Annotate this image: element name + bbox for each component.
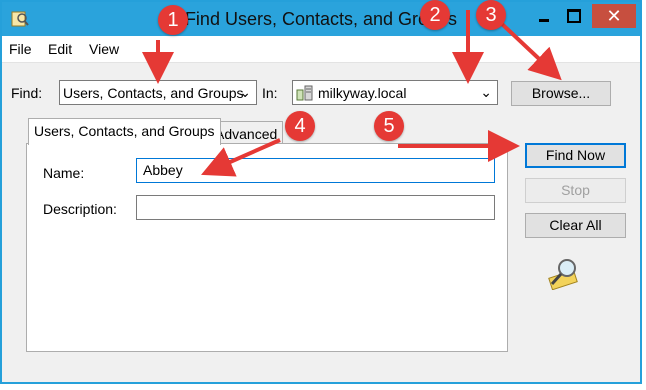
close-button[interactable]: ✕ xyxy=(592,4,636,28)
annotation-badge-1: 1 xyxy=(158,5,188,35)
tab-users-contacts-groups[interactable]: Users, Contacts, and Groups xyxy=(28,118,221,145)
search-magnifier-icon xyxy=(546,256,582,293)
title-bar[interactable]: Find Users, Contacts, and Groups ✕ xyxy=(2,2,640,36)
minimize-icon xyxy=(539,18,549,22)
description-label: Description: xyxy=(43,201,117,217)
in-label: In: xyxy=(262,85,278,101)
dropdown-arrow-icon: ⌄ xyxy=(239,84,251,100)
description-input[interactable] xyxy=(136,195,495,220)
search-location-value: milkyway.local xyxy=(318,85,407,101)
annotation-badge-5: 5 xyxy=(374,111,404,141)
maximize-button[interactable] xyxy=(560,4,588,28)
dropdown-arrow-icon: ⌄ xyxy=(480,84,492,100)
menu-view[interactable]: View xyxy=(89,41,119,57)
menu-bar: File Edit View xyxy=(2,36,640,63)
annotation-badge-3: 3 xyxy=(476,0,506,30)
menu-edit[interactable]: Edit xyxy=(48,41,72,57)
find-label: Find: xyxy=(11,85,43,101)
minimize-button[interactable] xyxy=(530,4,558,28)
domain-network-icon xyxy=(296,84,314,105)
annotation-badge-4: 4 xyxy=(285,111,315,141)
find-users-window: Find Users, Contacts, and Groups ✕ File … xyxy=(0,0,642,384)
search-criteria-panel: Name: Abbey Description: xyxy=(26,143,508,352)
annotation-badge-2: 2 xyxy=(420,0,450,30)
find-type-select[interactable]: Users, Contacts, and Groups ⌄ xyxy=(59,80,257,105)
find-type-value: Users, Contacts, and Groups xyxy=(63,85,244,101)
menu-file[interactable]: File xyxy=(9,41,32,57)
browse-button[interactable]: Browse... xyxy=(511,81,611,106)
stop-button[interactable]: Stop xyxy=(525,178,626,203)
maximize-icon xyxy=(567,9,581,23)
find-now-button[interactable]: Find Now xyxy=(525,143,626,168)
search-location-select[interactable]: milkyway.local ⌄ xyxy=(292,80,498,105)
clear-all-button[interactable]: Clear All xyxy=(525,213,626,238)
close-icon: ✕ xyxy=(606,5,622,26)
name-label: Name: xyxy=(43,165,85,181)
name-input[interactable]: Abbey xyxy=(136,158,495,183)
